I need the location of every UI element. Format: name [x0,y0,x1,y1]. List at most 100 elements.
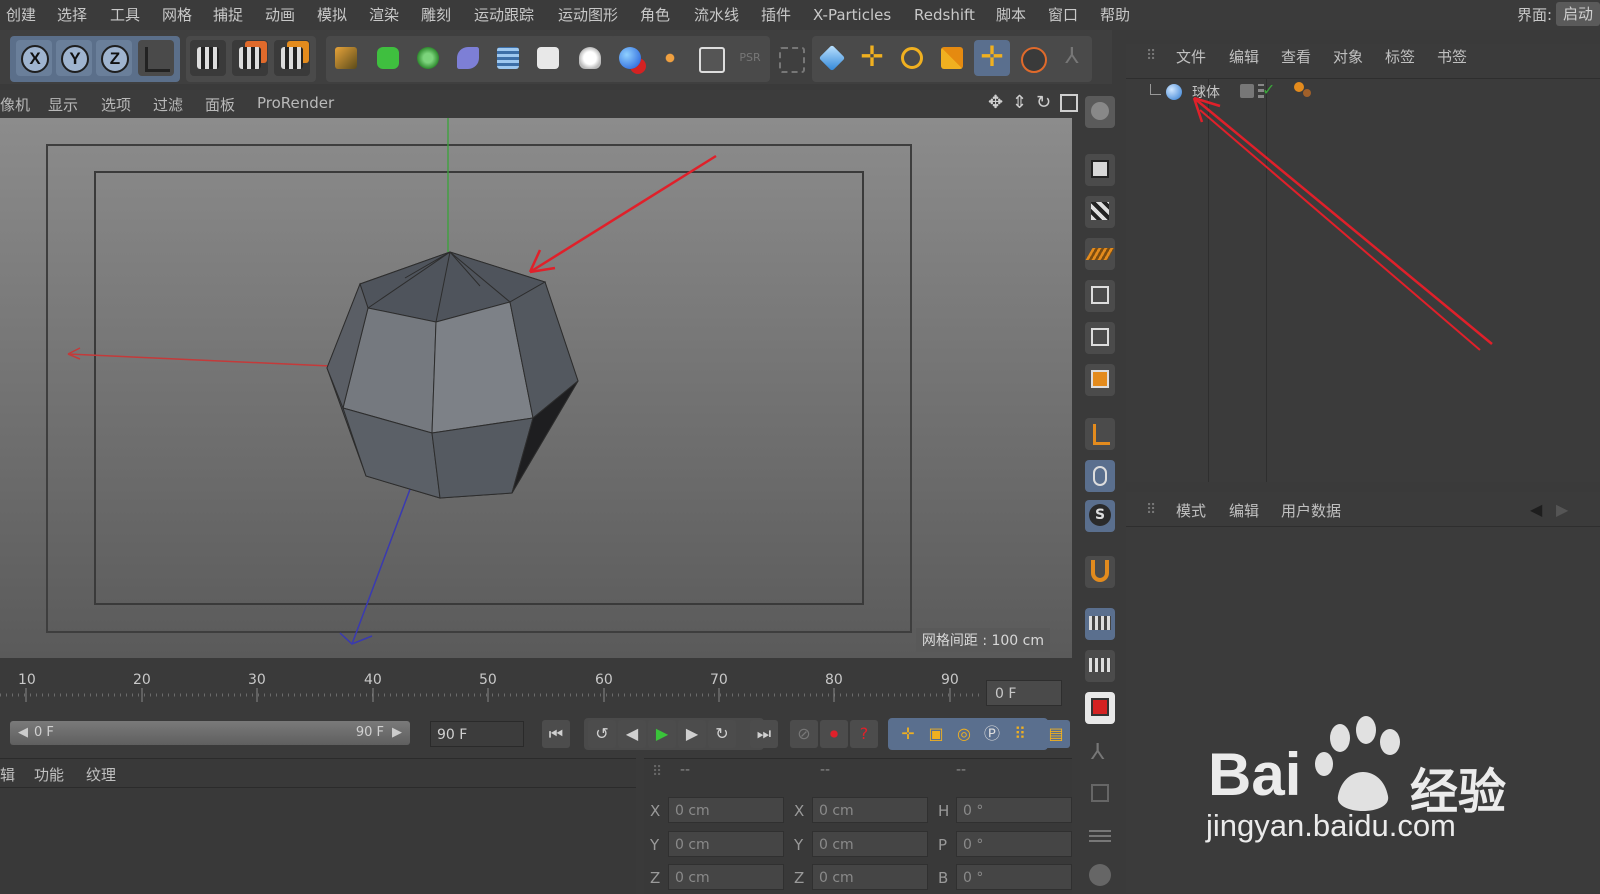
light-button[interactable] [572,40,608,76]
coordinate-system-button[interactable] [138,40,174,76]
workplane-grid-button[interactable] [1085,238,1115,270]
size-y-field[interactable]: 0 cm [812,831,928,857]
menu-window[interactable]: 窗口 [1048,4,1078,26]
pen-button[interactable] [328,40,364,76]
am-menu-user-data[interactable]: 用户数据 [1281,500,1341,521]
rotation-b-field[interactable]: 0 ° [956,864,1072,890]
render-picture-viewer-button[interactable] [232,40,268,76]
go-to-start-button[interactable]: ⏮ [542,720,570,748]
key-parameter-button[interactable]: Ⓟ [978,720,1006,748]
menu-mesh[interactable]: 网格 [162,4,192,26]
rotate-button[interactable] [894,40,930,76]
lock-y-button[interactable]: Y [56,40,92,76]
menu-tools[interactable]: 工具 [110,4,140,26]
coordinates-grip-icon[interactable]: ⠿ [652,764,662,780]
object-manager-grip-icon[interactable]: ⠿ [1146,48,1156,64]
om-menu-object[interactable]: 对象 [1333,46,1363,67]
snap-button[interactable] [772,40,808,76]
key-position-button[interactable]: ✛ [894,720,922,748]
axis-mode-button[interactable] [1085,418,1115,450]
mat-menu-texture[interactable]: 纹理 [86,764,116,785]
tweak-mode-button[interactable] [1085,460,1115,492]
lock-x-button[interactable]: X [16,40,52,76]
menu-character[interactable]: 角色 [640,4,670,26]
key-points-button[interactable]: ⠿ [1006,720,1034,748]
key-rotation-button[interactable]: ◎ [950,720,978,748]
viewport-menu-display[interactable]: 显示 [48,94,78,115]
cube-object-button[interactable] [370,40,406,76]
timeline-layout-button[interactable]: ▤ [1042,720,1070,748]
render-region-button[interactable] [1085,692,1115,724]
menu-select[interactable]: 选择 [57,4,87,26]
live-select-button[interactable]: ✛ [974,40,1010,76]
sphere-tool-button[interactable] [1085,860,1115,892]
material-button[interactable] [612,40,648,76]
om-menu-file[interactable]: 文件 [1176,46,1206,67]
menu-simulate[interactable]: 模拟 [317,4,347,26]
viewport-zoom-icon[interactable]: ⇕ [1012,92,1027,113]
next-frame-button[interactable]: ▶ [678,720,706,748]
menu-pipeline[interactable]: 流水线 [694,4,739,26]
menu-motion-tracker[interactable]: 运动跟踪 [474,4,534,26]
record-disabled-button[interactable]: ⊘ [790,720,818,748]
edges-mode-button[interactable] [1085,322,1115,354]
am-menu-mode[interactable]: 模式 [1176,500,1206,521]
key-scale-button[interactable]: ▣ [922,720,950,748]
menu-plugins[interactable]: 插件 [761,4,791,26]
points-mode-button[interactable] [1085,280,1115,312]
floor-button[interactable] [490,40,526,76]
viewport-move-icon[interactable]: ✥ [988,92,1003,113]
cloner-button[interactable] [410,40,446,76]
selection-button[interactable] [1014,40,1050,76]
size-z-field[interactable]: 0 cm [812,864,928,890]
workplane-button[interactable] [1085,96,1115,128]
om-menu-view[interactable]: 查看 [1281,46,1311,67]
menu-x-particles[interactable]: X-Particles [813,4,891,26]
lock-z-button[interactable]: Z [96,40,132,76]
end-frame-field[interactable]: 90 F [430,721,524,747]
position-y-field[interactable]: 0 cm [668,831,784,857]
position-x-field[interactable]: 0 cm [668,797,784,823]
record-button[interactable]: ⏺ [820,720,848,748]
menu-snap[interactable]: 捕捉 [213,4,243,26]
viewport-maximize-icon[interactable] [1060,94,1078,112]
effector-button[interactable] [652,40,688,76]
model-mode-button[interactable] [814,40,850,76]
move-button[interactable]: ✛ [854,40,890,76]
menu-animate[interactable]: 动画 [265,4,295,26]
workplane-rotate-button[interactable] [1085,650,1115,682]
viewport-menu-panel[interactable]: 面板 [205,94,235,115]
go-to-end-button[interactable]: ⏭ [750,720,778,748]
render-view-button[interactable] [190,40,226,76]
next-key-button[interactable]: ↻ [708,720,736,748]
rotation-p-field[interactable]: 0 ° [956,831,1072,857]
camera-button[interactable] [530,40,566,76]
size-x-field[interactable]: 0 cm [812,797,928,823]
back-arrow-icon[interactable]: ◀ [1530,500,1542,519]
current-frame-field[interactable]: 0 F [986,680,1062,706]
om-menu-edit[interactable]: 编辑 [1229,46,1259,67]
object-mode-button[interactable] [1085,154,1115,186]
texture-mode-button[interactable] [1085,196,1115,228]
om-menu-bookmarks[interactable]: 书签 [1437,46,1467,67]
menu-help[interactable]: 帮助 [1100,4,1130,26]
extra-button[interactable]: ⅄ [1054,40,1090,76]
attribute-manager-grip-icon[interactable]: ⠿ [1146,502,1156,518]
xpresso-button[interactable] [692,40,728,76]
menu-redshift[interactable]: Redshift [914,4,975,26]
position-z-field[interactable]: 0 cm [668,864,784,890]
om-menu-tags[interactable]: 标签 [1385,46,1415,67]
sculpt-button[interactable] [1085,778,1115,810]
menu-render[interactable]: 渲染 [369,4,399,26]
character-button[interactable]: ⅄ [1085,736,1115,768]
mat-menu-function[interactable]: 功能 [34,764,64,785]
scale-button[interactable] [934,40,970,76]
previous-key-button[interactable]: ↺ [588,720,616,748]
viewport-menu-filter[interactable]: 过滤 [153,94,183,115]
menu-mograph[interactable]: 运动图形 [558,4,618,26]
snap-enable-button[interactable] [1085,556,1115,588]
solo-button[interactable]: S [1085,500,1115,532]
previous-frame-button[interactable]: ◀ [618,720,646,748]
render-settings-button[interactable] [274,40,310,76]
layout-dropdown[interactable]: 启动 [1556,2,1600,26]
